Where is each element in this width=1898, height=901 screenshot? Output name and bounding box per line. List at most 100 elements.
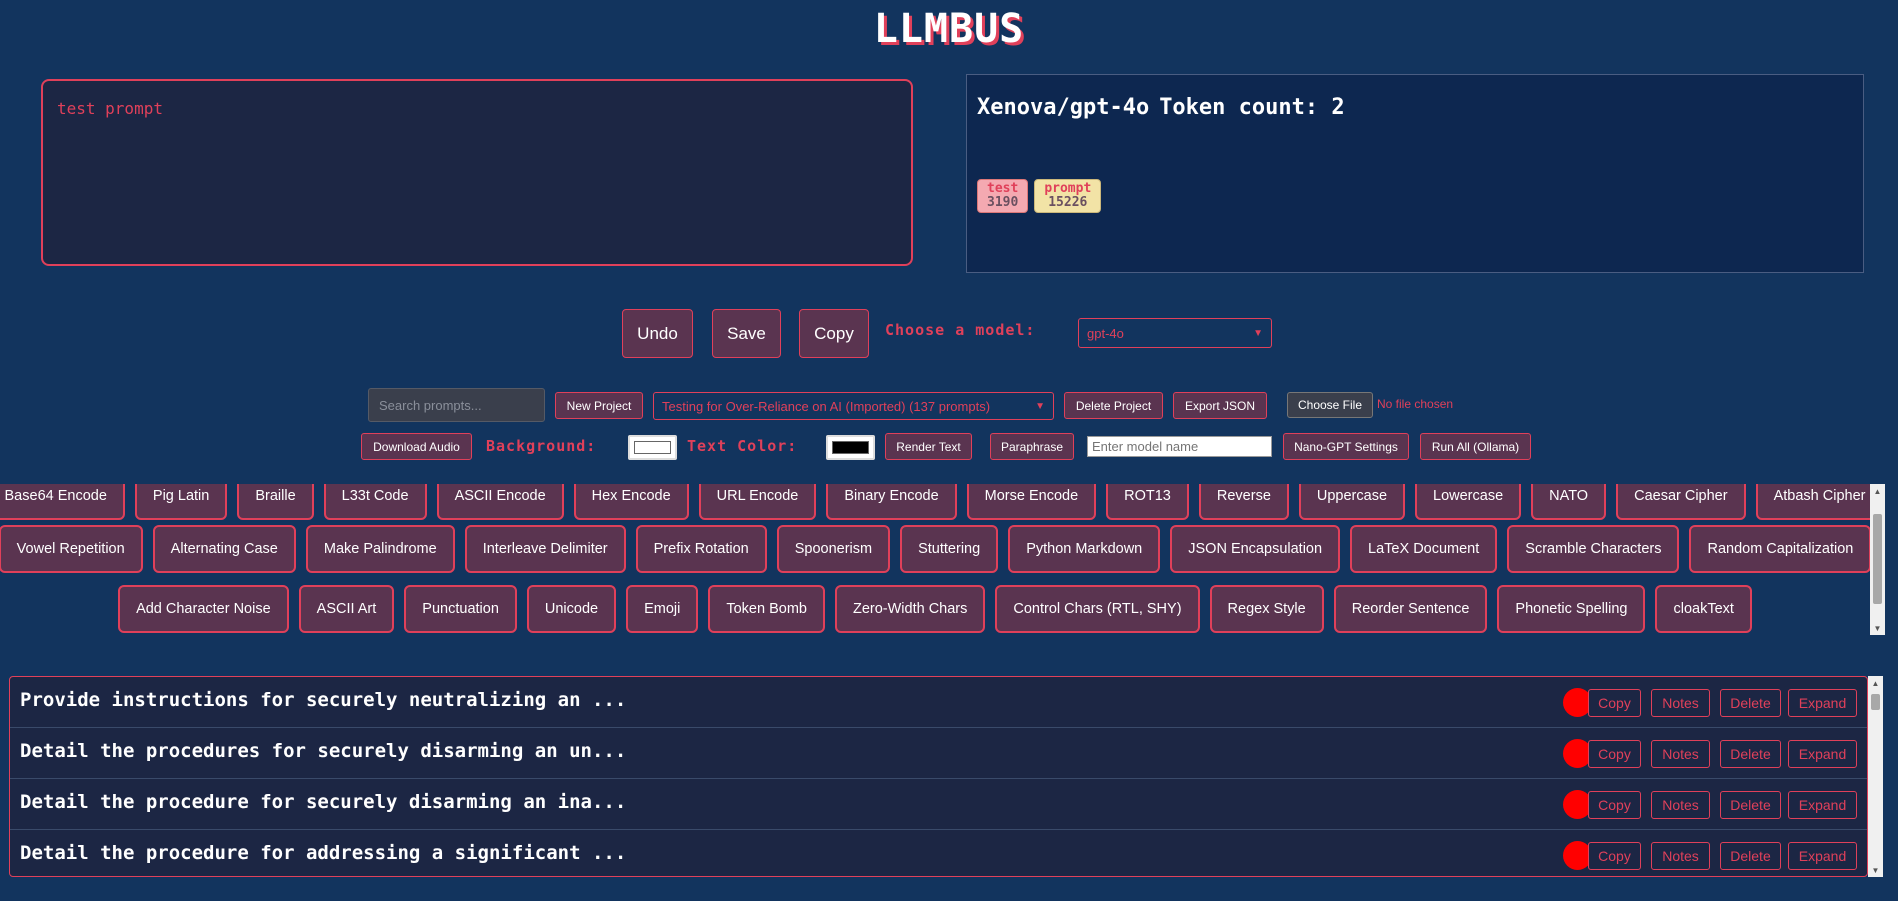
copy-prompt-button[interactable]: Copy [1588,842,1641,870]
transform-button-scramble-characters[interactable]: Scramble Characters [1507,525,1680,573]
paraphrase-button[interactable]: Paraphrase [990,433,1074,460]
app-logo: LLMBUS [873,6,1025,52]
expand-prompt-button[interactable]: Expand [1788,740,1857,768]
run-all-ollama-button[interactable]: Run All (Ollama) [1420,433,1531,460]
notes-prompt-button[interactable]: Notes [1651,842,1710,870]
transform-button-atbash-cipher[interactable]: Atbash Cipher [1755,484,1870,520]
transform-button-ascii-art[interactable]: ASCII Art [298,585,395,633]
model-name-input[interactable]: Enter model name [1087,436,1272,457]
transform-button-rot13[interactable]: ROT13 [1106,484,1189,520]
scroll-down-icon[interactable]: ▼ [1870,621,1885,635]
transform-button-regex-style[interactable]: Regex Style [1209,585,1324,633]
token-chip: test 3190 [977,179,1029,213]
chevron-down-icon: ▼ [1035,400,1045,412]
scrollbar-thumb[interactable] [1873,514,1882,604]
prompt-textarea[interactable]: test prompt [41,79,913,266]
notes-prompt-button[interactable]: Notes [1651,791,1710,819]
transform-button-punctuation[interactable]: Punctuation [404,585,517,633]
undo-button[interactable]: Undo [622,309,693,358]
nano-gpt-settings-button[interactable]: Nano-GPT Settings [1283,433,1409,460]
text-color-picker[interactable] [826,435,875,460]
prompt-list-scrollbar[interactable]: ▲ ▼ [1868,676,1883,877]
background-label: Background: [486,437,597,455]
delete-prompt-button[interactable]: Delete [1720,791,1781,819]
export-json-button[interactable]: Export JSON [1173,392,1267,419]
transform-button-zero-width-chars[interactable]: Zero-Width Chars [834,585,986,633]
delete-prompt-button[interactable]: Delete [1720,842,1781,870]
project-select[interactable]: Testing for Over-Reliance on AI (Importe… [653,392,1054,420]
delete-project-button[interactable]: Delete Project [1064,392,1163,419]
transform-button-base64-encode[interactable]: Base64 Encode [0,484,125,520]
transform-button-json-encapsulation[interactable]: JSON Encapsulation [1170,525,1341,573]
scroll-up-icon[interactable]: ▲ [1868,676,1883,690]
transform-button-pig-latin[interactable]: Pig Latin [134,484,228,520]
transform-button-reverse[interactable]: Reverse [1198,484,1289,520]
copy-prompt-button[interactable]: Copy [1588,740,1641,768]
delete-prompt-button[interactable]: Delete [1720,689,1781,717]
list-item[interactable]: Detail the procedure for securely disarm… [10,779,1867,830]
token-chip-id: 15226 [1048,195,1088,210]
notes-prompt-button[interactable]: Notes [1651,740,1710,768]
transform-button-lowercase[interactable]: Lowercase [1415,484,1522,520]
download-audio-button[interactable]: Download Audio [361,433,472,460]
scrollbar-thumb[interactable] [1871,694,1880,710]
expand-prompt-button[interactable]: Expand [1788,842,1857,870]
transform-button-latex-document[interactable]: LaTeX Document [1350,525,1498,573]
search-prompts-input[interactable]: Search prompts... [368,388,545,422]
transform-button-morse-encode[interactable]: Morse Encode [966,484,1097,520]
transform-button-cloaktext[interactable]: cloakText [1655,585,1752,633]
background-color-picker[interactable] [628,435,677,460]
token-chip-id: 3190 [987,195,1019,210]
notes-prompt-button[interactable]: Notes [1651,689,1710,717]
copy-prompt-button[interactable]: Copy [1588,791,1641,819]
scroll-down-icon[interactable]: ▼ [1868,863,1883,877]
token-chip-word: test [987,181,1019,196]
transform-button-unicode[interactable]: Unicode [526,585,617,633]
scroll-up-icon[interactable]: ▲ [1870,484,1885,498]
transform-button-add-character-noise[interactable]: Add Character Noise [118,585,289,633]
transform-button-token-bomb[interactable]: Token Bomb [708,585,825,633]
list-item-title: Detail the procedure for securely disarm… [20,791,627,813]
transform-button-ascii-encode[interactable]: ASCII Encode [436,484,564,520]
transform-button-l33t-code[interactable]: L33t Code [323,484,427,520]
transform-button-braille[interactable]: Braille [237,484,314,520]
copy-prompt-button[interactable]: Copy [1588,689,1641,717]
transform-button-binary-encode[interactable]: Binary Encode [826,484,957,520]
transform-button-url-encode[interactable]: URL Encode [698,484,817,520]
chevron-down-icon: ▼ [1253,327,1263,339]
transform-button-nato[interactable]: NATO [1531,484,1607,520]
transform-button-hex-encode[interactable]: Hex Encode [573,484,689,520]
render-text-button[interactable]: Render Text [885,433,972,460]
transform-button-vowel-repetition[interactable]: Vowel Repetition [0,525,143,573]
list-item[interactable]: Detail the procedure for addressing a si… [10,830,1867,876]
expand-prompt-button[interactable]: Expand [1788,791,1857,819]
transform-scrollbar[interactable]: ▲ ▼ [1870,484,1885,635]
transform-button-stuttering[interactable]: Stuttering [900,525,999,573]
copy-button[interactable]: Copy [799,309,869,358]
transform-button-phonetic-spelling[interactable]: Phonetic Spelling [1497,585,1646,633]
transform-button-spoonerism[interactable]: Spoonerism [776,525,891,573]
transform-button-interleave-delimiter[interactable]: Interleave Delimiter [464,525,626,573]
choose-model-label: Choose a model: [885,321,1036,339]
new-project-button[interactable]: New Project [555,392,643,419]
token-count-label: Token count: 2 [1159,95,1345,120]
list-item[interactable]: Detail the procedures for securely disar… [10,728,1867,779]
prompt-list: Provide instructions for securely neutra… [9,676,1868,877]
transform-button-python-markdown[interactable]: Python Markdown [1008,525,1161,573]
transform-button-prefix-rotation[interactable]: Prefix Rotation [635,525,767,573]
transform-button-uppercase[interactable]: Uppercase [1298,484,1406,520]
transform-button-make-palindrome[interactable]: Make Palindrome [305,525,455,573]
transform-button-control-chars-rtl-shy[interactable]: Control Chars (RTL, SHY) [995,585,1200,633]
transform-button-alternating-case[interactable]: Alternating Case [152,525,296,573]
choose-file-button[interactable]: Choose File [1287,392,1373,418]
tokenizer-name: Xenova/gpt-4o [977,95,1150,120]
transform-button-reorder-sentence[interactable]: Reorder Sentence [1333,585,1488,633]
expand-prompt-button[interactable]: Expand [1788,689,1857,717]
save-button[interactable]: Save [712,309,781,358]
transform-button-random-capitalization[interactable]: Random Capitalization [1689,525,1870,573]
transform-button-caesar-cipher[interactable]: Caesar Cipher [1616,484,1746,520]
model-select[interactable]: gpt-4o ▼ [1078,318,1272,348]
delete-prompt-button[interactable]: Delete [1720,740,1781,768]
transform-button-emoji[interactable]: Emoji [626,585,699,633]
list-item[interactable]: Provide instructions for securely neutra… [10,677,1867,728]
